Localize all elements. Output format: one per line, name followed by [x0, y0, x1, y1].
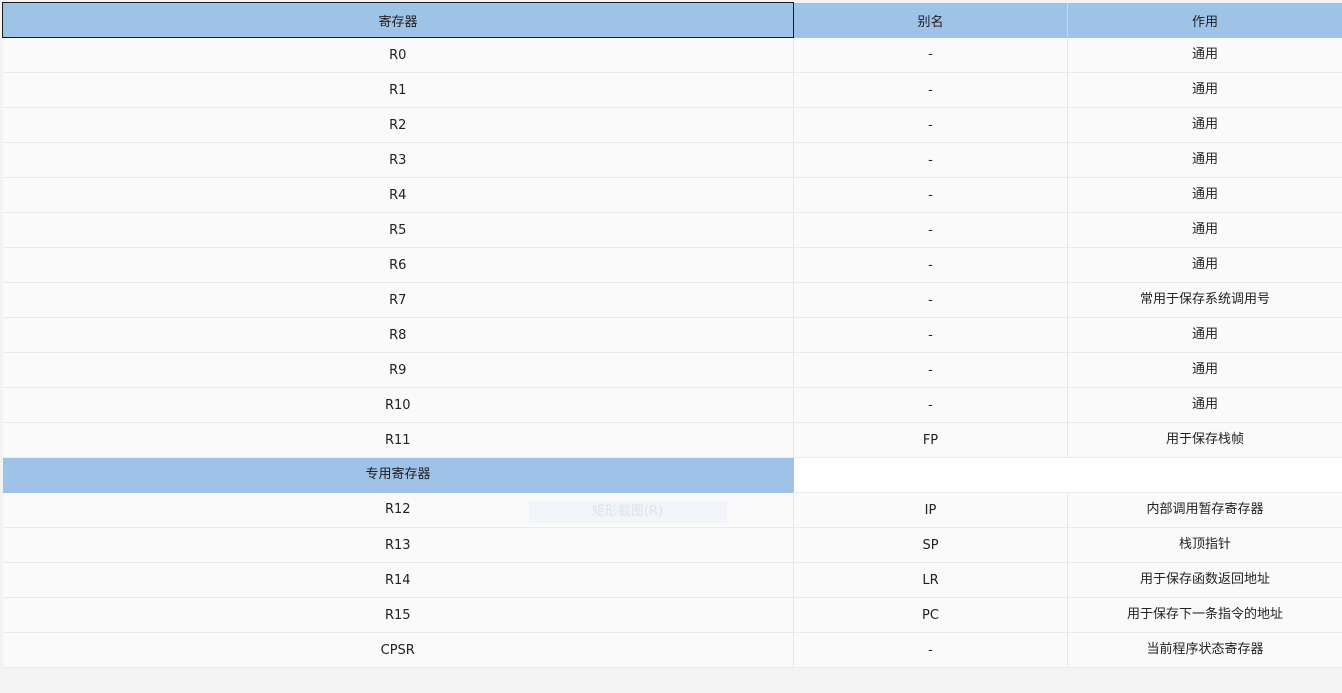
section-title-special-registers: 专用寄存器: [2, 457, 794, 493]
register-cell: R3: [2, 142, 794, 178]
alias-cell: -: [793, 387, 1068, 423]
purpose-cell: 通用: [1067, 317, 1342, 353]
table-row: R6 - 通用: [2, 247, 1342, 283]
register-cell: R15: [2, 597, 794, 633]
purpose-cell: 通用: [1067, 107, 1342, 143]
alias-cell: -: [793, 632, 1068, 668]
register-cell: R13: [2, 527, 794, 563]
table-row: R3 - 通用: [2, 142, 1342, 178]
alias-cell: SP: [793, 527, 1068, 563]
ghost-context-tooltip: 矩形截图(R): [528, 500, 727, 523]
register-cell: R14: [2, 562, 794, 598]
alias-cell: -: [793, 317, 1068, 353]
table-row: R2 - 通用: [2, 107, 1342, 143]
table-row: R15 PC 用于保存下一条指令的地址: [2, 597, 1342, 633]
table-row: CPSR - 当前程序状态寄存器: [2, 632, 1342, 668]
register-cell: R11: [2, 422, 794, 458]
header-register: 寄存器: [2, 2, 794, 38]
purpose-cell: 常用于保存系统调用号: [1067, 282, 1342, 318]
register-cell: R8: [2, 317, 794, 353]
purpose-cell: 通用: [1067, 212, 1342, 248]
alias-cell: -: [793, 247, 1068, 283]
purpose-cell: 栈顶指针: [1067, 527, 1342, 563]
purpose-cell: 通用: [1067, 247, 1342, 283]
table-row: R1 - 通用: [2, 72, 1342, 108]
alias-cell: -: [793, 107, 1068, 143]
table-row: R4 - 通用: [2, 177, 1342, 213]
alias-cell: -: [793, 352, 1068, 388]
purpose-cell: 通用: [1067, 37, 1342, 73]
alias-cell: PC: [793, 597, 1068, 633]
header-alias: 别名: [793, 2, 1068, 38]
table-row: R9 - 通用: [2, 352, 1342, 388]
table-row: R7 - 常用于保存系统调用号: [2, 282, 1342, 318]
purpose-cell: 通用: [1067, 177, 1342, 213]
alias-cell: LR: [793, 562, 1068, 598]
purpose-cell: 用于保存下一条指令的地址: [1067, 597, 1342, 633]
alias-cell: -: [793, 37, 1068, 73]
section-blank: [793, 457, 1342, 493]
alias-cell: -: [793, 212, 1068, 248]
register-table: 寄存器 别名 作用 R0 - 通用 R1 - 通用 R2 - 通用 R3 - 通…: [2, 2, 1342, 668]
header-purpose: 作用: [1067, 2, 1342, 38]
register-cell: R12 矩形截图(R): [2, 492, 794, 528]
section-header-row: 专用寄存器: [2, 457, 1342, 493]
purpose-cell: 当前程序状态寄存器: [1067, 632, 1342, 668]
table-row: R11 FP 用于保存栈帧: [2, 422, 1342, 458]
table-row: R5 - 通用: [2, 212, 1342, 248]
alias-cell: -: [793, 177, 1068, 213]
register-cell: R1: [2, 72, 794, 108]
purpose-cell: 通用: [1067, 72, 1342, 108]
register-cell: R7: [2, 282, 794, 318]
alias-cell: FP: [793, 422, 1068, 458]
table-header-row: 寄存器 别名 作用: [2, 2, 1342, 38]
alias-cell: IP: [793, 492, 1068, 528]
purpose-cell: 内部调用暂存寄存器: [1067, 492, 1342, 528]
alias-cell: -: [793, 282, 1068, 318]
register-cell: R6: [2, 247, 794, 283]
register-cell: R9: [2, 352, 794, 388]
alias-cell: -: [793, 72, 1068, 108]
purpose-cell: 用于保存函数返回地址: [1067, 562, 1342, 598]
purpose-cell: 通用: [1067, 142, 1342, 178]
register-cell: CPSR: [2, 632, 794, 668]
register-cell: R0: [2, 37, 794, 73]
register-cell: R2: [2, 107, 794, 143]
register-cell: R5: [2, 212, 794, 248]
purpose-cell: 用于保存栈帧: [1067, 422, 1342, 458]
table-row: R14 LR 用于保存函数返回地址: [2, 562, 1342, 598]
purpose-cell: 通用: [1067, 352, 1342, 388]
register-cell: R4: [2, 177, 794, 213]
table-row: R12 矩形截图(R) IP 内部调用暂存寄存器: [2, 492, 1342, 528]
table-row: R10 - 通用: [2, 387, 1342, 423]
purpose-cell: 通用: [1067, 387, 1342, 423]
table-row: R8 - 通用: [2, 317, 1342, 353]
alias-cell: -: [793, 142, 1068, 178]
page: 寄存器 别名 作用 R0 - 通用 R1 - 通用 R2 - 通用 R3 - 通…: [0, 0, 1342, 693]
register-cell: R10: [2, 387, 794, 423]
table-row: R0 - 通用: [2, 37, 1342, 73]
table-row: R13 SP 栈顶指针: [2, 527, 1342, 563]
